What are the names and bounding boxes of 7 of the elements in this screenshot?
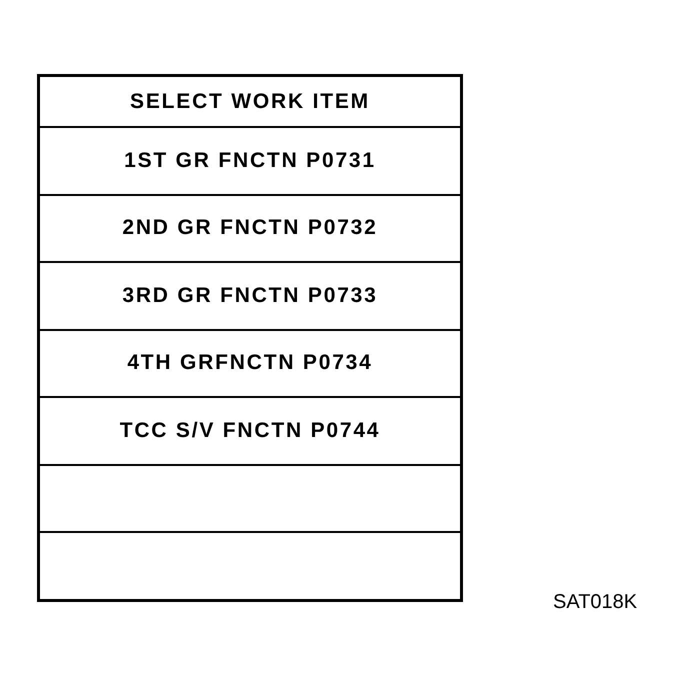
menu-item[interactable]: 4TH GRFNCTN P0734 (40, 328, 460, 396)
figure-code: SAT018K (553, 590, 638, 612)
menu-item[interactable]: 1ST GR FNCTN P0731 (40, 126, 460, 194)
menu-item[interactable]: 3RD GR FNCTN P0733 (40, 261, 460, 328)
menu-item[interactable]: 2ND GR FNCTN P0732 (40, 194, 460, 261)
table-title: SELECT WORK ITEM (129, 88, 371, 114)
menu-item[interactable]: TCC S/V FNCTN P0744 (40, 396, 460, 464)
